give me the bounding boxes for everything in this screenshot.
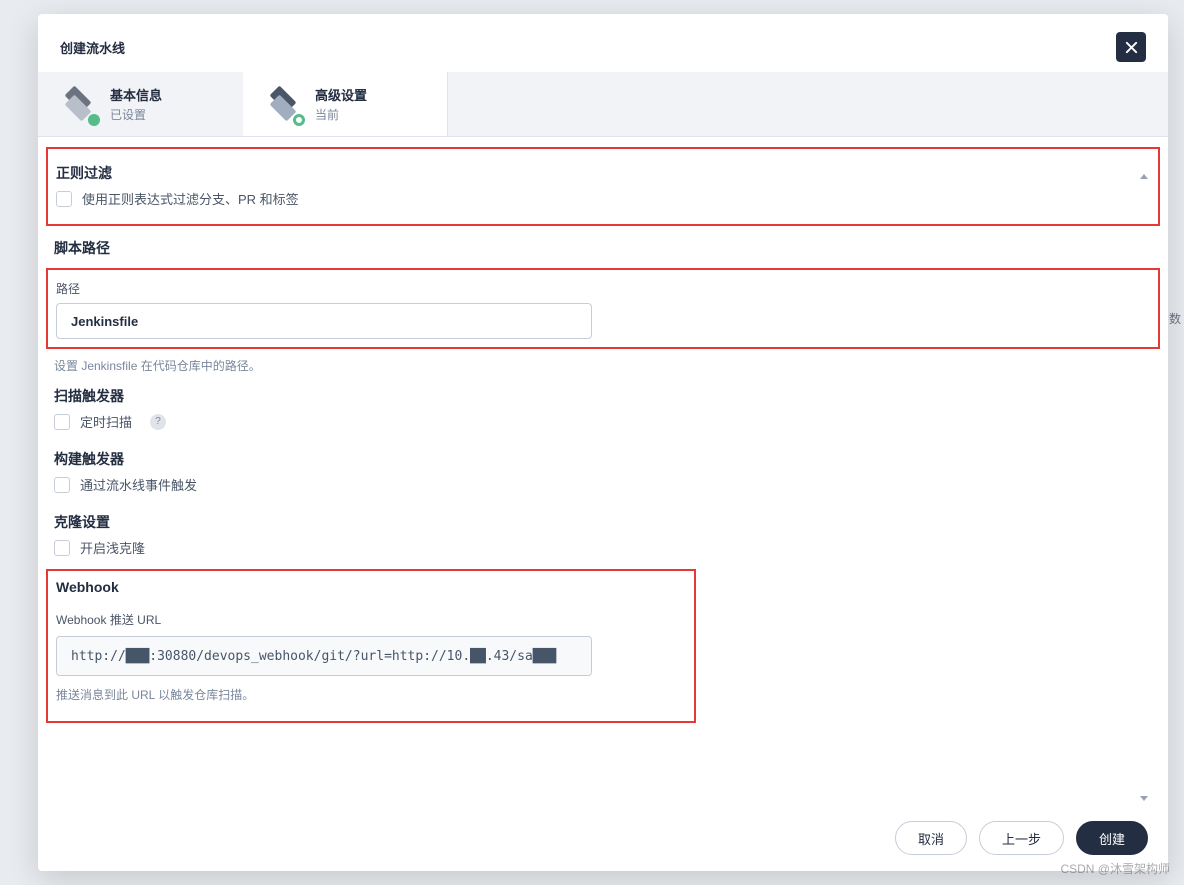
modal-header: 创建流水线 bbox=[38, 14, 1168, 72]
script-path-label: 路径 bbox=[56, 280, 1150, 297]
regex-filter-title: 正则过滤 bbox=[56, 163, 1150, 183]
webhook-url-label: Webhook 推送 URL bbox=[56, 611, 686, 628]
webhook-section: Webhook Webhook 推送 URL http://███:30880/… bbox=[46, 569, 696, 723]
watermark: CSDN @沐雪架构师 bbox=[1060, 860, 1170, 877]
tab-advanced-sub: 当前 bbox=[315, 106, 367, 123]
build-trigger-title: 构建触发器 bbox=[54, 449, 1152, 469]
script-path-input[interactable] bbox=[56, 303, 592, 339]
pipeline-event-checkbox[interactable] bbox=[54, 477, 70, 493]
scan-cron-checkbox[interactable] bbox=[54, 414, 70, 430]
prev-button[interactable]: 上一步 bbox=[979, 821, 1064, 855]
tab-basic-sub: 已设置 bbox=[110, 106, 162, 123]
clone-settings-title: 克隆设置 bbox=[54, 512, 1152, 532]
shallow-clone-checkbox-label: 开启浅克隆 bbox=[80, 538, 145, 557]
scroll-down-icon bbox=[1140, 796, 1148, 801]
webhook-title: Webhook bbox=[56, 579, 686, 595]
scan-trigger-title: 扫描触发器 bbox=[54, 386, 1152, 406]
webhook-url-readonly[interactable]: http://███:30880/devops_webhook/git/?url… bbox=[56, 636, 592, 676]
modal-footer: 取消 上一步 创建 bbox=[38, 805, 1168, 871]
status-current-icon bbox=[293, 114, 305, 126]
script-path-section: 路径 bbox=[46, 268, 1160, 349]
stack-icon bbox=[263, 84, 303, 124]
regex-filter-checkbox-label: 使用正则表达式过滤分支、PR 和标签 bbox=[82, 189, 299, 208]
tab-basic-info[interactable]: 基本信息 已设置 bbox=[38, 72, 243, 136]
help-icon[interactable]: ? bbox=[150, 414, 166, 430]
close-button[interactable] bbox=[1116, 32, 1146, 62]
create-pipeline-modal: 创建流水线 基本信息 已设置 高级设置 当前 bbox=[38, 14, 1168, 871]
webhook-help: 推送消息到此 URL 以触发仓库扫描。 bbox=[56, 686, 686, 703]
tab-advanced-label: 高级设置 bbox=[315, 85, 367, 104]
create-button[interactable]: 创建 bbox=[1076, 821, 1148, 855]
tab-basic-label: 基本信息 bbox=[110, 85, 162, 104]
shallow-clone-checkbox[interactable] bbox=[54, 540, 70, 556]
modal-content[interactable]: 正则过滤 使用正则表达式过滤分支、PR 和标签 脚本路径 路径 设置 Jenki… bbox=[38, 137, 1168, 805]
regex-filter-section: 正则过滤 使用正则表达式过滤分支、PR 和标签 bbox=[46, 147, 1160, 226]
regex-filter-checkbox[interactable] bbox=[56, 191, 72, 207]
scrollbar[interactable] bbox=[1140, 174, 1148, 801]
modal-title: 创建流水线 bbox=[60, 38, 125, 57]
script-path-title: 脚本路径 bbox=[46, 238, 1160, 258]
cancel-button[interactable]: 取消 bbox=[895, 821, 967, 855]
pipeline-event-checkbox-label: 通过流水线事件触发 bbox=[80, 475, 197, 494]
scroll-up-icon bbox=[1140, 174, 1148, 179]
tab-advanced-settings[interactable]: 高级设置 当前 bbox=[243, 72, 448, 136]
script-path-help: 设置 Jenkinsfile 在代码仓库中的路径。 bbox=[46, 357, 1160, 374]
bg-text: 数 bbox=[1166, 310, 1184, 327]
status-done-icon bbox=[88, 114, 100, 126]
close-icon bbox=[1124, 40, 1139, 55]
stack-icon bbox=[58, 84, 98, 124]
scan-cron-checkbox-label: 定时扫描 bbox=[80, 412, 132, 431]
tab-bar: 基本信息 已设置 高级设置 当前 bbox=[38, 72, 1168, 137]
